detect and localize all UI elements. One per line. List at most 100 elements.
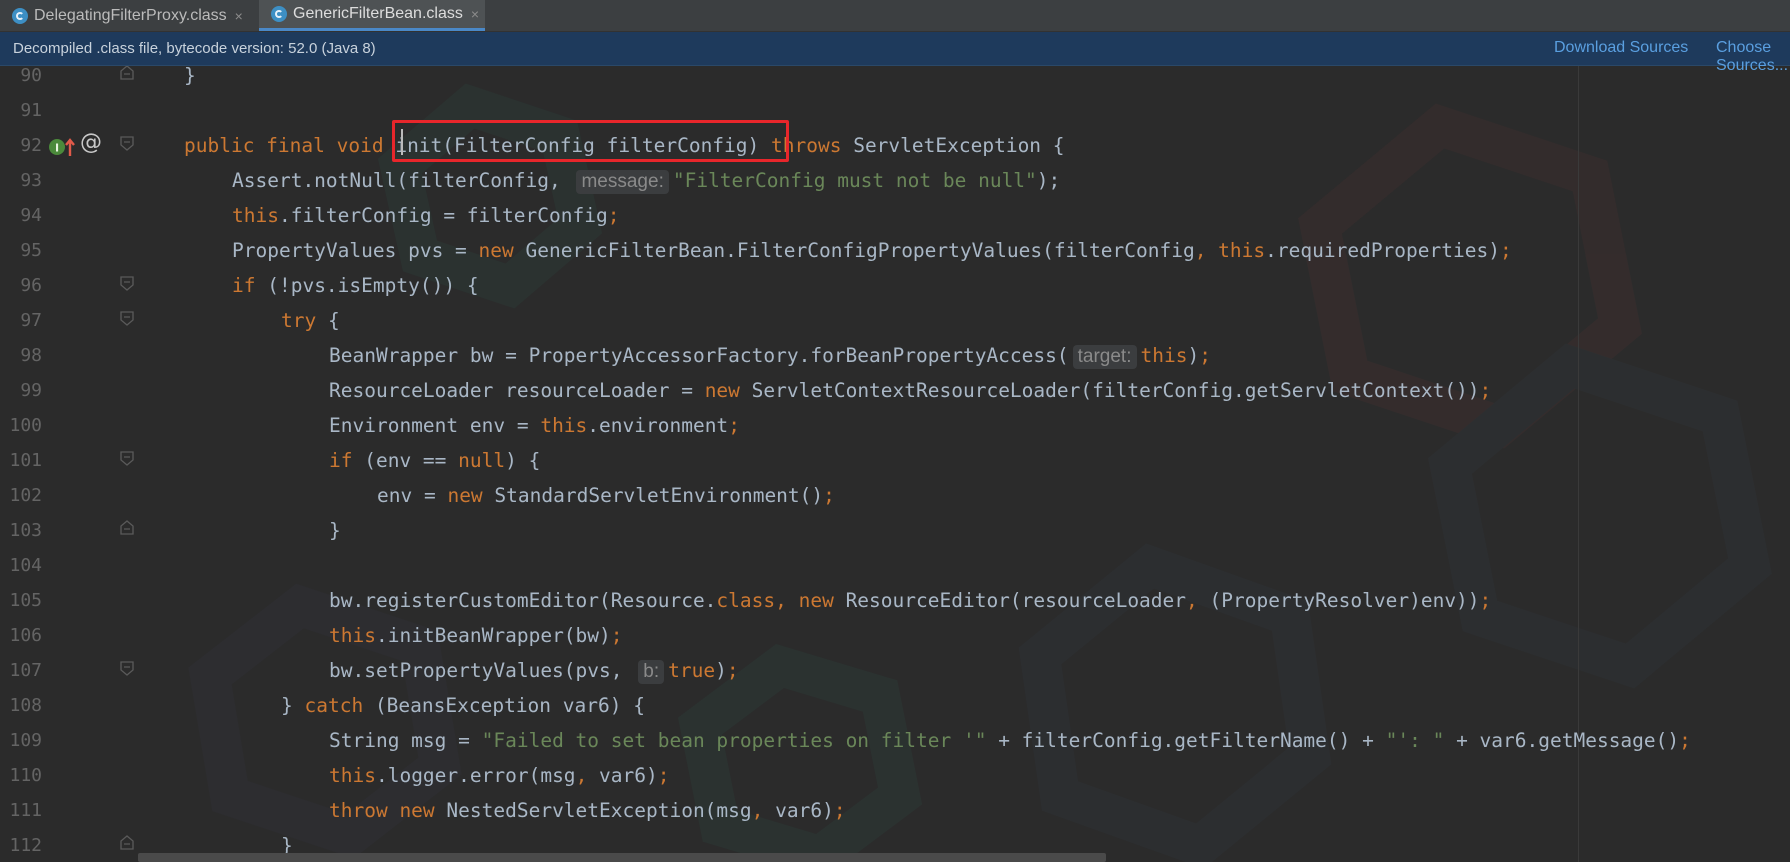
code-text: BeanWrapper bw = PropertyAccessorFactory… — [329, 344, 1069, 367]
code-keyword: ; — [607, 204, 620, 227]
code-keyword: class, new — [716, 589, 846, 612]
code-keyword: , — [751, 799, 776, 822]
code-text: var6) — [775, 799, 834, 822]
parameter-hint: message: — [576, 170, 669, 194]
code-text: .environment — [587, 414, 729, 437]
code-keyword: if — [329, 449, 365, 472]
tab-label: GenericFilterBean.class — [293, 5, 463, 22]
code-text: .filterConfig = filterConfig — [278, 204, 608, 227]
code-line-105: bw.registerCustomEditor(Resource.class, … — [329, 583, 1491, 618]
code-line-93: Assert.notNull(filterConfig, message: "Fi… — [232, 163, 1060, 198]
line-number: 108 — [9, 695, 42, 716]
class-file-icon — [12, 7, 28, 24]
line-number: 106 — [9, 625, 42, 646]
line-number: 98 — [20, 345, 42, 366]
code-text: var6) — [599, 764, 658, 787]
code-text: (PropertyResolver)env)) — [1209, 589, 1480, 612]
code-text: + filterConfig.getFilterName() + — [986, 729, 1386, 752]
code-text: + var6.getMessage() — [1444, 729, 1680, 752]
code-keyword: ; — [833, 799, 846, 822]
code-line-99: ResourceLoader resourceLoader = new Serv… — [329, 373, 1491, 408]
tab-delegating-filter-proxy[interactable]: DelegatingFilterProxy.class × — [0, 0, 258, 31]
annotation-icon[interactable]: @ — [80, 130, 102, 155]
code-text: } — [281, 694, 305, 717]
implements-method-icon[interactable]: I — [48, 136, 76, 158]
fold-start-icon[interactable] — [119, 135, 135, 151]
line-number: 102 — [9, 485, 42, 506]
code-keyword: ; — [1479, 379, 1492, 402]
fold-end-icon[interactable] — [119, 66, 135, 81]
fold-start-icon[interactable] — [119, 450, 135, 466]
line-number: 99 — [20, 380, 42, 401]
line-number: 90 — [20, 66, 42, 86]
parameter-hint: target: — [1072, 345, 1137, 369]
code-keyword: this — [232, 204, 279, 227]
code-text: (env == — [364, 449, 459, 472]
code-text: ) — [1187, 344, 1200, 367]
red-highlight-annotation — [392, 120, 789, 162]
code-keyword: ; — [1479, 589, 1492, 612]
code-text: ); — [1036, 169, 1061, 192]
line-number: 97 — [20, 310, 42, 331]
code-line-96: if (!pvs.isEmpty()) { — [232, 268, 479, 303]
code-keyword: this — [1140, 344, 1188, 367]
horizontal-scrollbar[interactable] — [138, 853, 1106, 862]
code-keyword: , — [575, 764, 600, 787]
code-keyword: new — [704, 379, 752, 402]
code-keyword: try — [281, 309, 328, 332]
code-string: "': " — [1385, 729, 1445, 752]
fold-start-icon[interactable] — [119, 275, 135, 291]
code-keyword: public final void — [184, 134, 396, 157]
code-text: ServletException { — [853, 134, 1065, 157]
class-file-icon — [271, 6, 287, 22]
decompiled-info-bar: Decompiled .class file, bytecode version… — [0, 32, 1790, 74]
line-number: 105 — [9, 590, 42, 611]
fold-start-icon[interactable] — [119, 310, 135, 326]
editor-tab-bar: DelegatingFilterProxy.class × GenericFil… — [0, 0, 1790, 32]
code-keyword: ; — [610, 624, 623, 647]
code-keyword: ; — [823, 484, 835, 507]
download-sources-link[interactable]: Download Sources — [1554, 39, 1688, 57]
line-number: 111 — [9, 800, 42, 821]
line-number: 107 — [9, 660, 42, 681]
code-line-107: bw.setPropertyValues(pvs, b: true); — [329, 653, 739, 688]
fold-start-icon[interactable] — [119, 660, 135, 676]
code-line-97: try { — [281, 303, 340, 338]
code-keyword: new — [447, 484, 495, 507]
line-number: 94 — [20, 205, 42, 226]
code-text: String msg = — [329, 729, 482, 752]
code-line-109: String msg = "Failed to set bean propert… — [329, 723, 1691, 758]
code-text: bw.setPropertyValues(pvs, — [329, 659, 635, 682]
code-line-110: this.logger.error(msg, var6); — [329, 758, 670, 793]
tab-generic-filter-bean[interactable]: GenericFilterBean.class × — [259, 0, 485, 31]
code-line-103: } — [329, 513, 341, 548]
code-string: "Failed to set bean properties on filter… — [481, 729, 987, 752]
code-keyword: ; — [1679, 729, 1691, 752]
code-text: .requiredProperties) — [1265, 239, 1500, 262]
close-tab-icon[interactable]: × — [471, 6, 479, 22]
code-keyword: ; — [657, 764, 670, 787]
code-text: .logger.error(msg — [375, 764, 576, 787]
code-text: Environment env = — [329, 414, 541, 437]
fold-end-icon[interactable] — [119, 520, 135, 536]
line-number: 103 — [9, 520, 42, 541]
code-line-95: PropertyValues pvs = new GenericFilterBe… — [232, 233, 1512, 268]
code-keyword: , — [1186, 589, 1210, 612]
code-keyword: this — [329, 624, 376, 647]
svg-text:I: I — [55, 142, 59, 155]
code-keyword: ; — [728, 414, 740, 437]
tab-label: DelegatingFilterProxy.class — [34, 6, 227, 24]
code-editor[interactable]: 90 91 92 93 94 95 96 97 98 99 100 101 10… — [0, 66, 1790, 862]
line-number: 96 — [20, 275, 42, 296]
code-text: (BeansException var6) { — [374, 694, 645, 717]
line-number-gutter: 90 91 92 93 94 95 96 97 98 99 100 101 10… — [0, 66, 140, 862]
fold-end-icon[interactable] — [119, 835, 135, 851]
code-line-100: Environment env = this.environment; — [329, 408, 740, 443]
close-tab-icon[interactable]: × — [235, 8, 243, 24]
code-keyword: true — [668, 659, 716, 682]
line-number: 95 — [20, 240, 42, 261]
code-line-108: } catch (BeansException var6) { — [281, 688, 645, 723]
code-text: .initBeanWrapper(bw) — [375, 624, 611, 647]
code-text: ServletContextResourceLoader(filterConfi… — [751, 379, 1480, 402]
code-text: ResourceEditor(resourceLoader — [845, 589, 1187, 612]
